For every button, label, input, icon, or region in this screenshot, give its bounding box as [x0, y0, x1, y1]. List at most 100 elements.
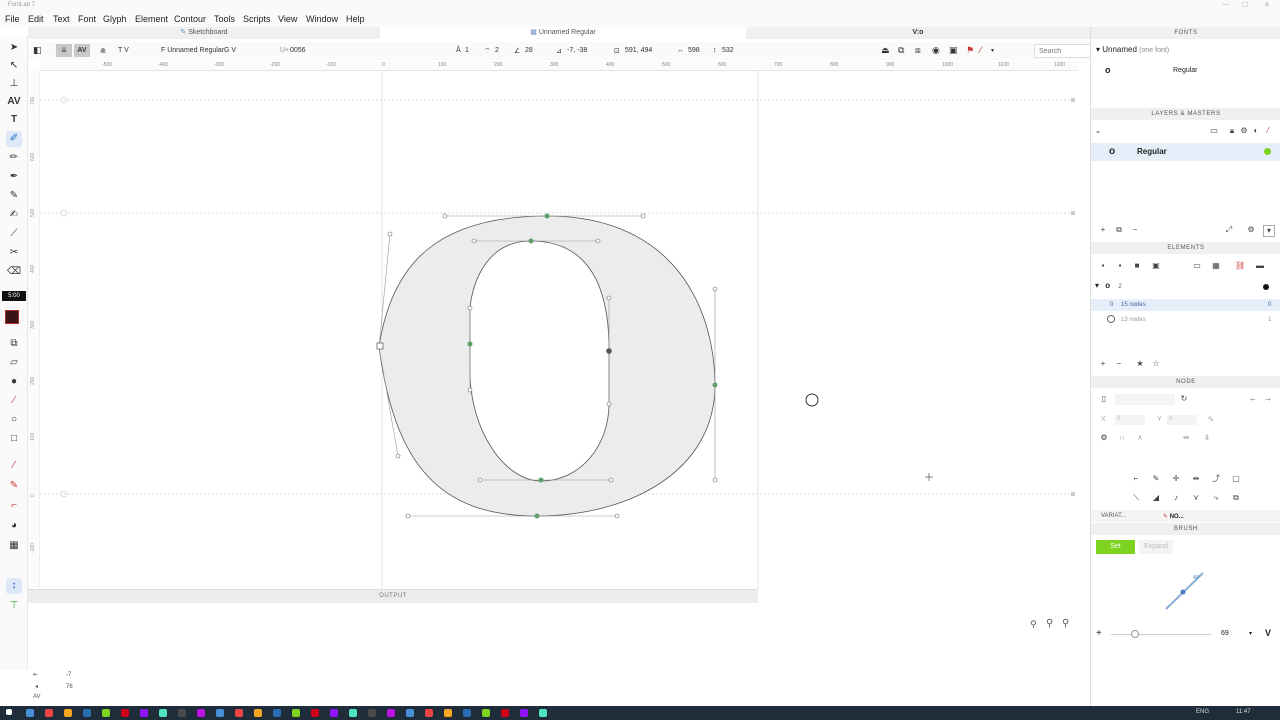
next-node-icon[interactable]: → — [1263, 394, 1273, 404]
taskbar-app-icon[interactable] — [292, 709, 300, 717]
taskbar-app-icon[interactable] — [140, 709, 148, 717]
node-action-icon[interactable]: ✛ — [1171, 474, 1181, 484]
node-action-icon[interactable]: ⤷ — [1211, 493, 1221, 503]
color-icon[interactable]: ⁄ — [1263, 126, 1273, 136]
metrics-tool-icon[interactable]: ⊥ — [6, 76, 22, 92]
zoom-icon[interactable]: ⚲ — [1046, 618, 1053, 629]
taskbar-app-icon[interactable] — [539, 709, 547, 717]
node-action-icon[interactable]: ▢ — [1231, 474, 1241, 484]
brush-mode-icon[interactable]: V — [1265, 628, 1271, 638]
rapid-tool-icon[interactable]: ✎ — [6, 188, 22, 204]
lock-icon[interactable]: ⋒ — [100, 47, 106, 55]
layer-row-regular[interactable]: o Regular — [1091, 143, 1280, 161]
menu-glyph[interactable]: Glyph — [103, 14, 127, 24]
minimize-icon[interactable]: — — [1222, 1, 1229, 8]
align-icon[interactable] — [1205, 433, 1215, 443]
kerning-tool-icon[interactable]: AV — [6, 94, 22, 110]
text-tool-icon[interactable]: T — [6, 112, 22, 128]
zoom-slider[interactable] — [1111, 634, 1211, 635]
start-icon[interactable] — [6, 709, 12, 715]
taskbar-app-icon[interactable] — [83, 709, 91, 717]
contour-row[interactable]: 13 nodes 1 — [1091, 314, 1280, 326]
menu-element[interactable]: Element — [135, 14, 168, 24]
tab-unnamed-regular[interactable]: ▦ Unnamed Regular — [380, 27, 746, 39]
taskbar-app-icon[interactable] — [64, 709, 72, 717]
set-button[interactable]: Set — [1096, 540, 1135, 554]
taskbar-app-icon[interactable] — [26, 709, 34, 717]
element-dot[interactable] — [1263, 284, 1269, 290]
transform-tool-icon[interactable]: ⧉ — [6, 336, 22, 352]
taskbar-app-icon[interactable] — [501, 709, 509, 717]
taskbar-app-icon[interactable] — [406, 709, 414, 717]
pointer-tool-icon[interactable]: ➤ — [6, 40, 22, 56]
node-action-icon[interactable]: ✎ — [1151, 474, 1161, 484]
contour-tool-icon[interactable]: ↖ — [6, 58, 22, 74]
window-icon[interactable]: ▣ — [949, 45, 958, 56]
ellipse-tool-icon[interactable]: ○ — [6, 412, 22, 428]
taskbar-app-icon[interactable] — [197, 709, 205, 717]
layers-icon[interactable]: ⧉ — [898, 45, 904, 56]
taskbar-app-icon[interactable] — [178, 709, 186, 717]
alignment-icon[interactable]: ⏏ — [881, 45, 890, 56]
taskbar-app-icon[interactable] — [463, 709, 471, 717]
metric-handle[interactable] — [1071, 211, 1075, 215]
node-action-icon[interactable]: ⋎ — [1191, 493, 1201, 503]
taskbar-app-icon[interactable] — [254, 709, 262, 717]
zoom-fit-icon[interactable]: ⚲ — [1062, 618, 1069, 629]
taskbar-app-icon[interactable] — [349, 709, 357, 717]
knife-tool-icon[interactable]: ⟋ — [6, 226, 22, 242]
align-icon[interactable]: ⇹ — [1181, 433, 1191, 443]
add-icon[interactable]: + — [1098, 359, 1108, 369]
taskbar-app-icon[interactable] — [45, 709, 53, 717]
menu-view[interactable]: View — [278, 14, 297, 24]
taskbar-app-icon[interactable] — [387, 709, 395, 717]
node-action-icon[interactable]: ⧉ — [1231, 493, 1241, 503]
scissors-tool-icon[interactable]: ✂ — [6, 245, 22, 261]
pie-tool-icon[interactable]: ◕ — [6, 518, 22, 534]
metric-handle[interactable] — [1071, 98, 1075, 102]
pencil-tool-icon[interactable]: ✏ — [6, 150, 22, 166]
shape-tool-icon[interactable]: ▱ — [6, 355, 22, 371]
node-action-icon[interactable]: ⌐ — [1131, 474, 1141, 484]
taskbar-app-icon[interactable] — [273, 709, 281, 717]
element-tool-icon[interactable]: ▪ — [1098, 261, 1108, 271]
duplicate-icon[interactable]: ⧉ — [1114, 225, 1124, 235]
node-action-icon[interactable]: ◢ — [1151, 493, 1161, 503]
element-row[interactable]: ▾ o 2 — [1095, 281, 1122, 290]
stroke-icon[interactable]: ⁄ — [980, 45, 982, 55]
fill-tool-icon[interactable]: ● — [6, 374, 22, 390]
add-icon[interactable]: + — [1096, 628, 1102, 639]
node-action-icon[interactable]: ⤴ — [1211, 474, 1221, 484]
menu-font[interactable]: Font — [78, 14, 96, 24]
copy-icon[interactable]: ⧈ — [915, 45, 921, 56]
guide-tool-icon[interactable]: ⊤ — [6, 598, 22, 614]
link-icon[interactable]: ⛓ — [1235, 261, 1245, 271]
menu-help[interactable]: Help — [346, 14, 365, 24]
remove-icon[interactable]: − — [1114, 359, 1124, 369]
start-node[interactable] — [376, 342, 384, 350]
chevron-down-icon[interactable]: ▾ — [1249, 630, 1252, 637]
menu-file[interactable]: File — [5, 14, 20, 24]
glyph-canvas-svg[interactable] — [40, 71, 1090, 589]
marker-tool-icon[interactable]: ✎ — [6, 478, 22, 494]
zoom-out-icon[interactable]: ⚲ — [1030, 619, 1037, 630]
power-nib-icon[interactable]: ✍ — [6, 207, 22, 223]
taskbar-app-icon[interactable] — [368, 709, 376, 717]
zoom-slider-thumb[interactable] — [1131, 630, 1139, 638]
chevron-down-icon[interactable]: ▾ — [1096, 45, 1100, 54]
measure-tool-icon[interactable]: ↕ — [6, 578, 22, 594]
expand-button[interactable]: Expand — [1139, 540, 1173, 554]
font-selector[interactable]: F Unnamed Regular — [161, 47, 224, 54]
chevron-down-icon[interactable]: ▾ — [1095, 281, 1099, 290]
tab-variations[interactable]: VARIAT... — [1101, 513, 1126, 519]
flag-icon[interactable]: ⚑ — [966, 45, 974, 56]
zoom-value[interactable]: 69 — [1221, 630, 1229, 637]
remove-icon[interactable]: − — [1130, 225, 1140, 235]
gear-icon[interactable]: ⚙ — [1099, 433, 1109, 443]
node-action-icon[interactable]: ⇹ — [1191, 474, 1201, 484]
contour-row[interactable]: 0 15 nodes 0 — [1091, 299, 1280, 311]
element-tool-icon[interactable]: ▪ — [1115, 261, 1125, 271]
star-icon[interactable]: ★ — [1135, 359, 1145, 369]
tab-sketchboard[interactable]: ✎ Sketchboard — [28, 27, 380, 39]
refresh-icon[interactable]: ↻ — [1179, 394, 1189, 404]
